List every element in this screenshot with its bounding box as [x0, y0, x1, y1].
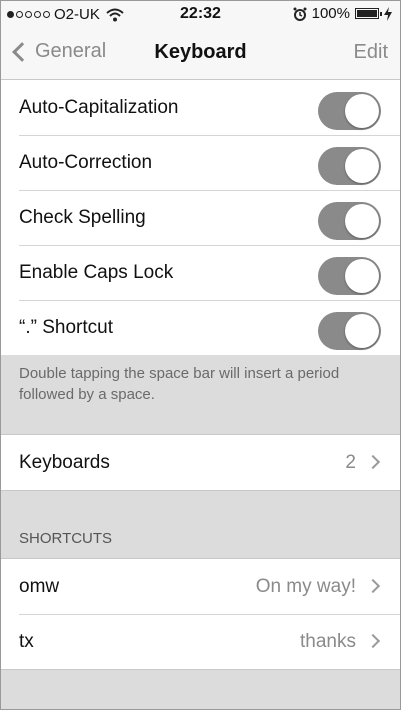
- auto-correction-switch[interactable]: [318, 147, 381, 185]
- keyboards-label: Keyboards: [19, 451, 110, 473]
- keyboards-row[interactable]: Keyboards 2: [1, 435, 400, 490]
- keyboard-toggles-group: Auto-Capitalization Auto-Correction Chec…: [1, 80, 400, 355]
- toggle-row-auto-correction: Auto-Correction: [1, 135, 400, 190]
- chevron-right-icon: [365, 578, 381, 594]
- toggle-label: “.” Shortcut: [19, 316, 113, 338]
- check-spelling-switch[interactable]: [318, 202, 381, 240]
- shortcut-phrase: tx: [19, 630, 34, 652]
- shortcuts-section-header: SHORTCUTS: [19, 530, 113, 547]
- toggle-label: Auto-Capitalization: [19, 96, 179, 118]
- battery-icon: [355, 8, 382, 19]
- toggle-label: Check Spelling: [19, 206, 146, 228]
- shortcut-expansion: On my way!: [255, 575, 356, 597]
- shortcuts-group: omw On my way! tx thanks: [1, 558, 400, 670]
- toggle-row-auto-capitalization: Auto-Capitalization: [1, 80, 400, 135]
- shortcut-row-tx[interactable]: tx thanks: [1, 614, 400, 669]
- alarm-icon: [293, 7, 307, 21]
- shortcut-row-omw[interactable]: omw On my way!: [1, 559, 400, 614]
- shortcut-footer-note: Double tapping the space bar will insert…: [19, 365, 340, 403]
- toggle-row-enable-caps-lock: Enable Caps Lock: [1, 245, 400, 300]
- keyboards-group: Keyboards 2: [1, 434, 400, 491]
- shortcut-expansion: thanks: [300, 630, 356, 652]
- enable-caps-lock-switch[interactable]: [318, 257, 381, 295]
- toggle-row-check-spelling: Check Spelling: [1, 190, 400, 245]
- chevron-right-icon: [365, 633, 381, 649]
- auto-capitalization-switch[interactable]: [318, 92, 381, 130]
- shortcut-phrase: omw: [19, 575, 60, 597]
- toggle-row-period-shortcut: “.” Shortcut: [1, 300, 400, 355]
- charging-bolt-icon: [384, 6, 392, 21]
- page-title: Keyboard: [154, 41, 247, 63]
- status-bar: O2-UK 22:32 100%: [1, 1, 400, 28]
- edit-button[interactable]: Edit: [354, 41, 388, 64]
- period-shortcut-switch[interactable]: [318, 312, 381, 350]
- status-right: 100%: [293, 5, 392, 22]
- battery-percent: 100%: [311, 5, 350, 22]
- chevron-right-icon: [365, 454, 381, 470]
- toggle-label: Auto-Correction: [19, 151, 153, 173]
- toggle-label: Enable Caps Lock: [19, 261, 174, 283]
- keyboards-count: 2: [345, 451, 356, 473]
- navigation-bar: General Keyboard Edit: [1, 28, 400, 80]
